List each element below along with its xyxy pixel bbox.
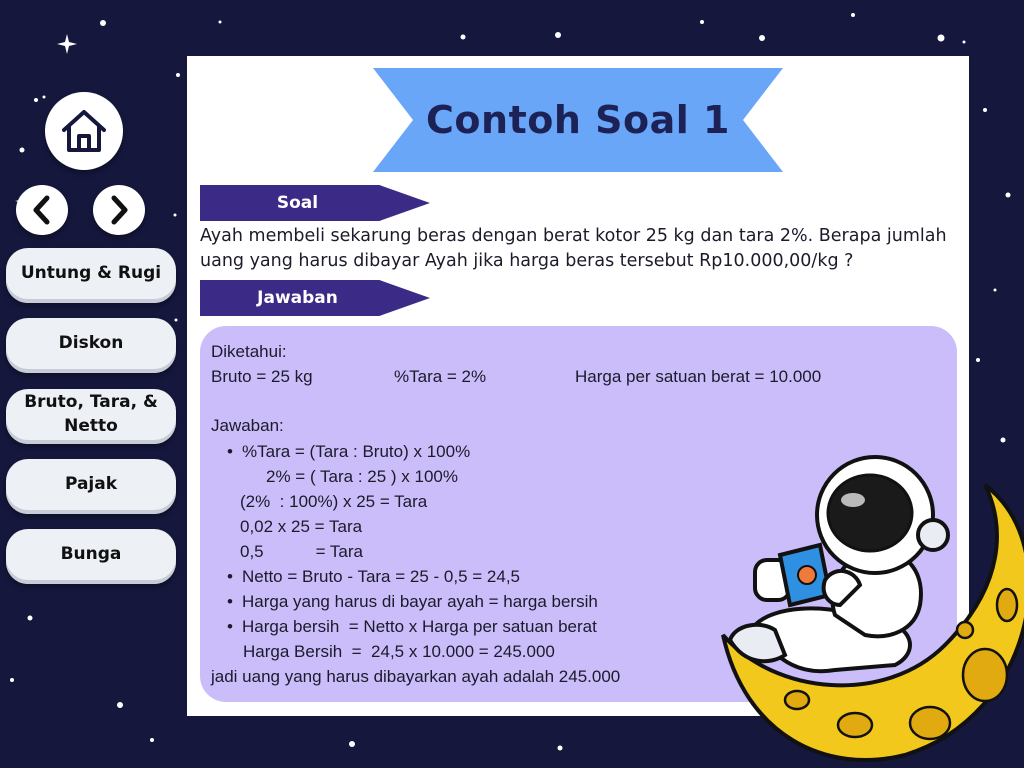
question-text: Ayah membeli sekarung beras dengan berat… — [200, 226, 947, 271]
conclusion-text: jadi uang yang harus dibayarkan ayah ada… — [211, 667, 621, 686]
step-line-2: 2% = ( Tara : 25 ) x 100% — [266, 467, 458, 486]
bruto-value: Bruto = 25 kg — [211, 367, 313, 386]
jawaban-heading: Jawaban: — [211, 416, 284, 435]
chevron-right-icon — [111, 195, 128, 225]
step-line-9: Harga Bersih = 24,5 x 10.000 = 245.000 — [243, 642, 555, 661]
nav-bruto-tara-netto-button[interactable]: Bruto, Tara, & Netto — [6, 389, 176, 444]
step-line-1: %Tara = (Tara : Bruto) x 100% — [227, 442, 470, 462]
soal-label-text: Soal — [276, 193, 319, 213]
next-button[interactable] — [93, 185, 145, 235]
nav-pajak-button[interactable]: Pajak — [6, 459, 176, 514]
nav-untung-rugi-button[interactable]: Untung & Rugi — [6, 248, 176, 303]
step-line-7: Harga yang harus di bayar ayah = harga b… — [227, 592, 598, 612]
chevron-left-icon — [33, 195, 50, 225]
previous-button[interactable] — [16, 185, 68, 235]
nav-diskon-button[interactable]: Diskon — [6, 318, 176, 373]
nav-bunga-button[interactable]: Bunga — [6, 529, 176, 584]
diketahui-heading: Diketahui: — [211, 342, 287, 361]
jawaban-label-text: Jawaban — [257, 288, 338, 308]
step-line-4: 0,02 x 25 = Tara — [240, 517, 363, 536]
step-line-6: Netto = Bruto - Tara = 25 - 0,5 = 24,5 — [227, 567, 520, 587]
home-icon — [62, 110, 106, 152]
page-title: Contoh Soal 1 — [426, 98, 730, 142]
home-button[interactable] — [45, 92, 123, 170]
astronaut-moon-illustration — [721, 455, 1024, 762]
tara-value: %Tara = 2% — [394, 367, 487, 386]
harga-value: Harga per satuan berat = 10.000 — [575, 367, 822, 386]
step-line-8: Harga bersih = Netto x Harga per satuan … — [227, 617, 597, 637]
step-line-5: 0,5 = Tara — [240, 542, 364, 561]
step-line-3: (2% : 100%) x 25 = Tara — [240, 492, 428, 511]
